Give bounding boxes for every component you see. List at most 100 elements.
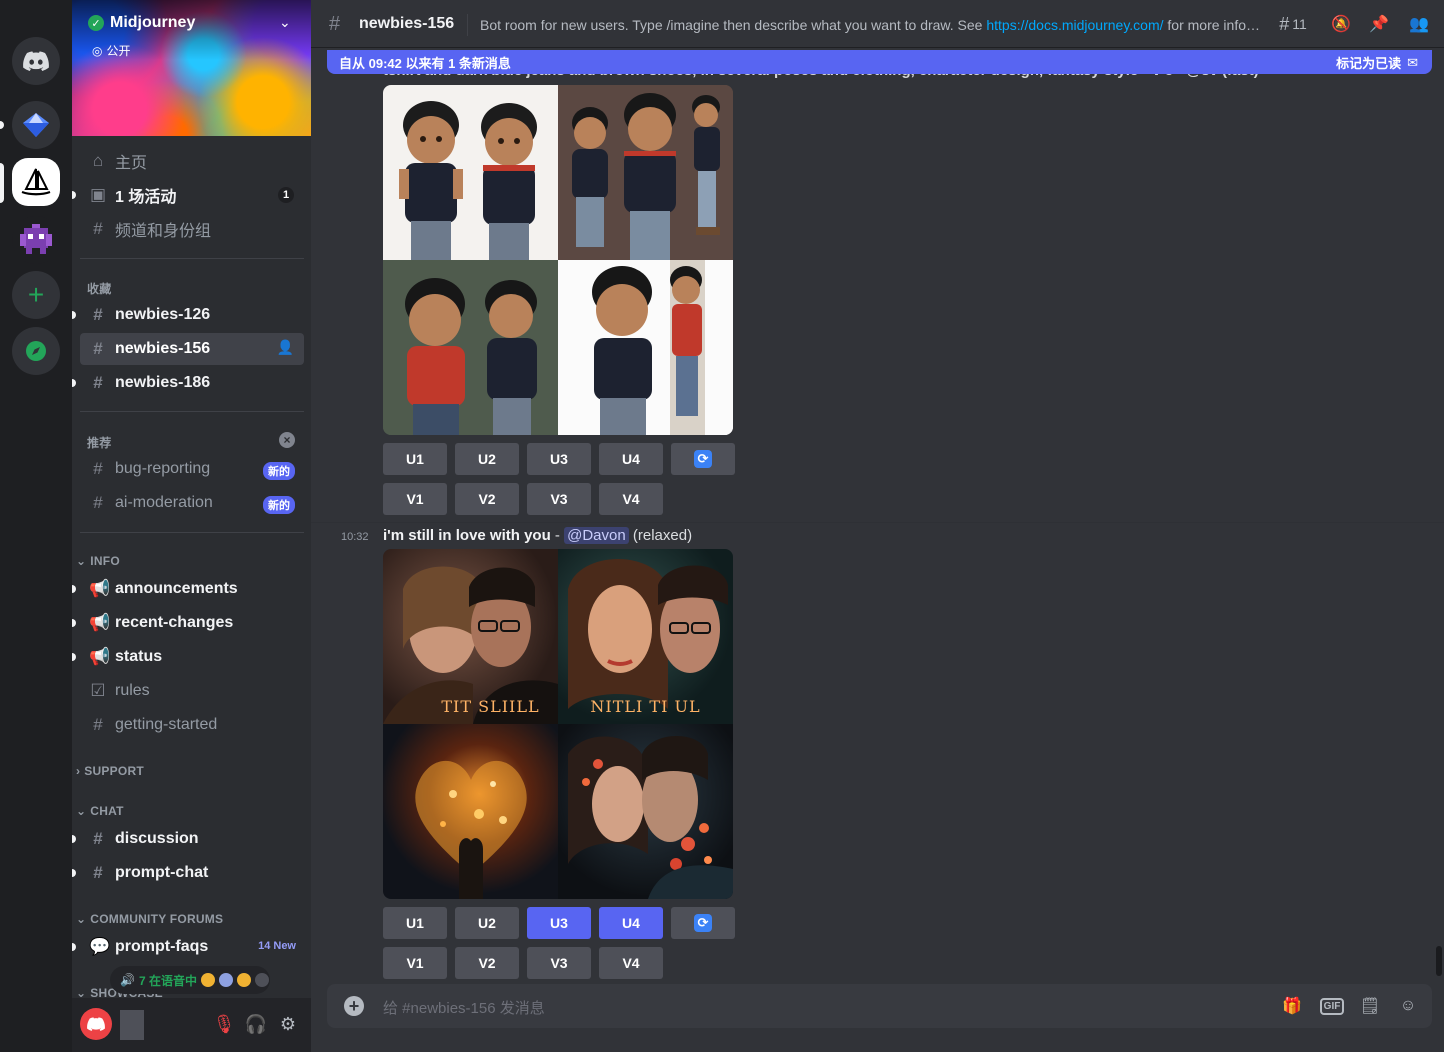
refresh-icon: ⟳ [694,914,712,932]
channel-newbies-186[interactable]: # newbies-186 [72,367,304,399]
channel-discussion[interactable]: # discussion [72,823,304,855]
section-community-forums[interactable]: ⌄ COMMUNITY FORUMS [76,912,223,926]
channel-rules[interactable]: ☑ rules [80,675,304,707]
section-info[interactable]: ⌄ INFO [76,554,120,568]
reroll-button[interactable]: ⟳ [671,443,735,475]
member-list-icon[interactable]: 👥 [1407,12,1431,36]
mark-read-icon: ✉ [1407,54,1418,70]
pixel-invader-icon [20,224,52,254]
image-grid[interactable] [383,85,733,435]
nav-channels-roles[interactable]: # 频道和身份组 [80,213,304,245]
variation-3-button[interactable]: V3 [527,483,591,515]
upscale-2-button[interactable]: U2 [455,443,519,475]
scrollbar-thumb[interactable] [1436,946,1442,976]
server-unread-indicator [0,121,4,129]
server-icon-blue[interactable] [12,101,60,149]
nav-events[interactable]: ▣ 1 场活动 1 [72,179,304,211]
message-input[interactable]: 给 #newbies-156 发消息 [383,997,545,1018]
dismiss-recommended-icon[interactable]: × [279,432,295,448]
upscale-3-button[interactable]: U3 [527,443,591,475]
threads-button[interactable]: #11 [1273,12,1313,36]
checkbox-icon: ☑ [90,681,106,700]
variation-4-button[interactable]: V4 [599,483,663,515]
emoji-icon[interactable]: ☺ [1396,994,1420,1018]
image-tile[interactable]: NITLI TI UL [558,549,733,724]
thread-channel-icon: # [93,339,103,358]
server-header[interactable]: ✓ Midjourney [88,14,195,32]
server-icon-pixel[interactable] [12,216,60,264]
reroll-button[interactable]: ⟳ [671,907,735,939]
channel-recent-changes[interactable]: 📢 recent-changes [72,607,304,639]
hash-icon: # [93,715,103,734]
upscale-2-button[interactable]: U2 [455,907,519,939]
image-tile[interactable] [558,85,733,260]
image-tile[interactable] [383,85,558,260]
mark-as-read-button[interactable]: 标记为已读 ✉ [1336,53,1418,72]
pin-icon[interactable]: 📌 [1367,12,1391,36]
unread-indicator [72,943,76,951]
channel-bug-reporting[interactable]: # bug-reporting 新的 [80,453,304,485]
channel-getting-started[interactable]: # getting-started [80,709,304,741]
nav-home[interactable]: ⌂ 主页 [80,145,304,177]
channel-prompt-chat[interactable]: # prompt-chat [72,857,304,889]
upscale-button-row: U1 U2 U3 U4 ⟳ [383,443,735,475]
server-banner[interactable]: ✓ Midjourney ⌄ ◎ 公开 [72,0,311,136]
server-icon-midjourney[interactable] [12,158,60,206]
add-server-button[interactable]: + [12,271,60,319]
image-tile[interactable] [558,260,733,435]
headphones-icon[interactable]: 🎧 [244,1012,268,1036]
channel-newbies-126[interactable]: # newbies-126 [72,299,304,331]
channel-announcements[interactable]: 📢 announcements [72,573,304,605]
chevron-down-icon[interactable]: ⌄ [279,14,291,31]
variation-3-button[interactable]: V3 [527,947,591,979]
voice-activity-pill[interactable]: 🔊 7 在语音中 [110,966,270,994]
channels-roles-icon: # [93,219,103,238]
attach-plus-icon[interactable]: + [344,996,364,1016]
image-tile[interactable] [383,260,558,435]
upscale-4-button[interactable]: U4 [599,907,663,939]
mute-mic-icon[interactable]: 🎙 [212,1012,236,1036]
avatar[interactable] [80,1008,112,1040]
channel-status[interactable]: 📢 status [72,641,304,673]
username-redacted[interactable] [120,1010,144,1040]
channel-ai-moderation[interactable]: # ai-moderation 新的 [80,487,304,519]
docs-link[interactable]: https://docs.midjourney.com/ [986,17,1163,33]
user-mention[interactable]: @Davon [564,527,629,544]
image-grid[interactable]: TIT SLIILL NITLI TI UL [383,549,733,899]
upscale-3-button[interactable]: U3 [527,907,591,939]
forum-prompt-faqs[interactable]: 💬 prompt-faqs 14 New [72,931,304,963]
channel-topic[interactable]: Bot room for new users. Type /imagine th… [480,17,1262,33]
sticker-icon[interactable]: 🗒 [1358,994,1382,1018]
variation-2-button[interactable]: V2 [455,483,519,515]
channel-newbies-156[interactable]: # newbies-156 👤 [80,333,304,365]
channel-title: newbies-156 [359,15,455,32]
gear-icon[interactable]: ⚙ [276,1012,300,1036]
explore-servers-button[interactable] [12,327,60,375]
gift-icon[interactable]: 🎁 [1280,994,1304,1018]
gif-button[interactable]: GIF [1319,994,1345,1018]
new-messages-bar[interactable]: 自从 09:42 以来有 1 条新消息 标记为已读 ✉ [327,50,1432,74]
section-chat[interactable]: ⌄ CHAT [76,804,124,818]
hash-icon: # [93,493,103,512]
message-composer[interactable]: + 给 #newbies-156 发消息 🎁 GIF 🗒 ☺ [327,984,1432,1028]
variation-2-button[interactable]: V2 [455,947,519,979]
discord-logo-icon [87,1017,105,1031]
image-tile[interactable] [558,724,733,899]
upscale-1-button[interactable]: U1 [383,907,447,939]
upscale-1-button[interactable]: U1 [383,443,447,475]
upscale-4-button[interactable]: U4 [599,443,663,475]
section-favorites[interactable]: 收藏 [87,280,111,297]
notifications-muted-icon[interactable]: 🔕 [1329,12,1353,36]
direct-messages-button[interactable] [12,37,60,85]
section-recommended[interactable]: 推荐 [87,434,111,451]
thread-channel-icon: # [93,305,103,324]
new-badge: 新的 [263,462,295,480]
section-support[interactable]: › SUPPORT [76,764,144,778]
image-tile[interactable]: TIT SLIILL [383,549,558,724]
invite-user-icon[interactable]: 👤 [277,339,294,356]
variation-4-button[interactable]: V4 [599,947,663,979]
variation-1-button[interactable]: V1 [383,947,447,979]
image-tile[interactable] [383,724,558,899]
variation-1-button[interactable]: V1 [383,483,447,515]
compass-icon [26,341,46,361]
